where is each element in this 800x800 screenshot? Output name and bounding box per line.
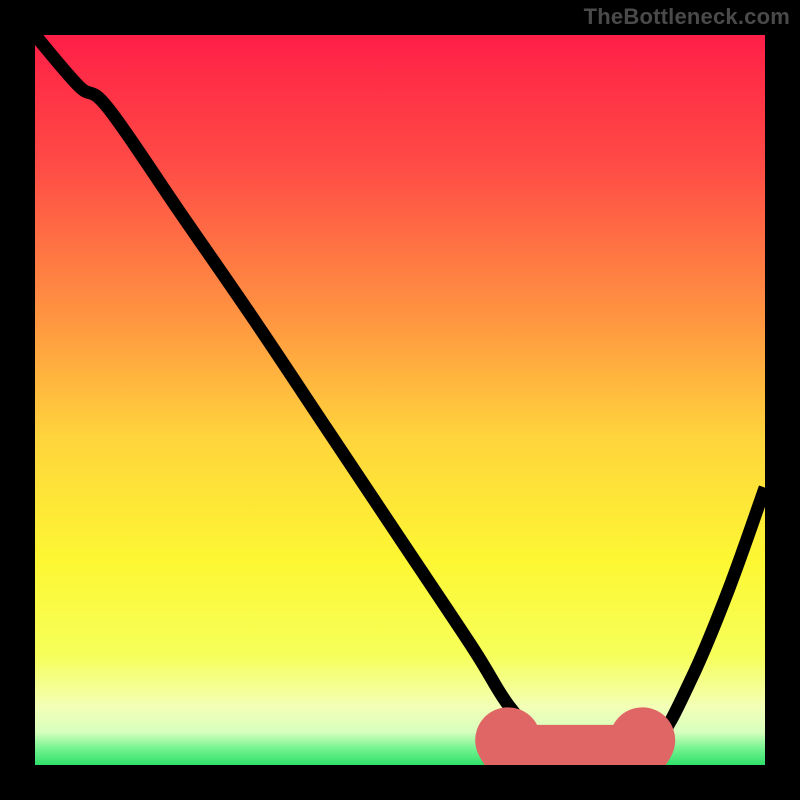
chart-frame: TheBottleneck.com [0,0,800,800]
watermark-text: TheBottleneck.com [584,4,790,30]
valley-highlight [508,740,642,758]
chart-background [35,35,765,765]
chart-plot [35,35,765,765]
